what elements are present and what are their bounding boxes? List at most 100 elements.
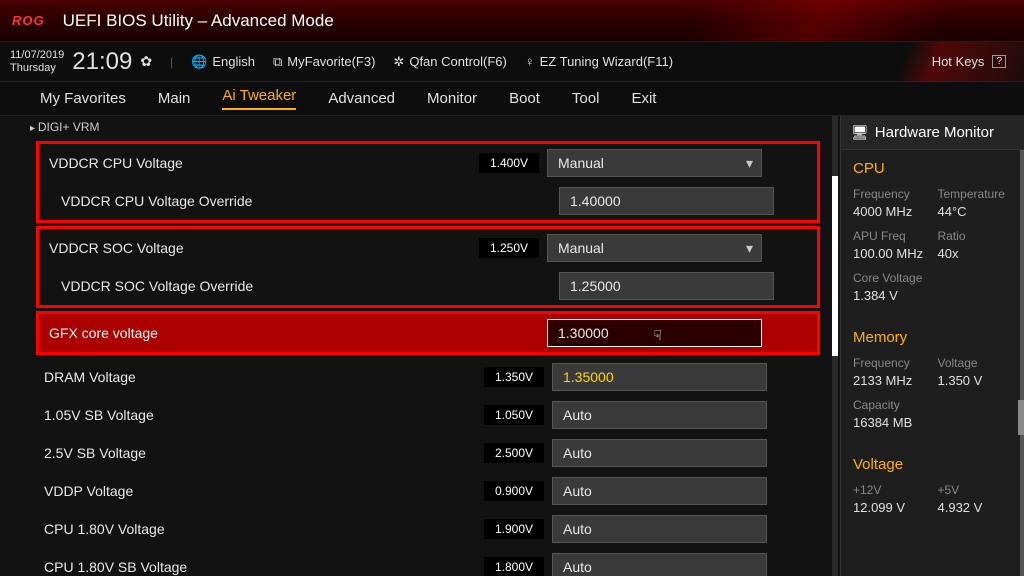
mem-volt-value: 1.350 V [938,373,1013,388]
tab-ai-tweaker[interactable]: Ai Tweaker [222,87,296,110]
highlight-box-soc: VDDCR SOC Voltage 1.250V Manual VDDCR SO… [36,226,820,308]
nominal-vddcr-soc: 1.250V [479,238,539,258]
hw-cpu-heading: CPU [853,160,1012,177]
section-digi-vrm[interactable]: DIGI+ VRM [0,116,840,138]
menu-tabs: My Favorites Main Ai Tweaker Advanced Mo… [0,82,1024,116]
nominal-vddcr-cpu: 1.400V [479,153,539,173]
rog-logo: ROG [12,13,45,28]
nominal-vddp: 0.900V [484,481,544,501]
nominal-cpu180v-sb: 1.800V [484,557,544,576]
settings-content: DIGI+ VRM VDDCR CPU Voltage 1.400V Manua… [0,116,840,576]
hw-volt-heading: Voltage [853,456,1012,473]
monitor-icon: 🖥 [851,124,869,141]
cpu-temp-value: 44°C [938,204,1013,219]
language-button[interactable]: 🌐 English [191,54,255,70]
globe-icon: 🌐 [191,54,207,70]
date-value: 11/07/2019 [10,49,64,61]
hw-cpu-section: CPU Frequency 4000 MHz Temperature 44°C AP… [841,150,1024,319]
ez-label: EZ Tuning Wizard(F11) [540,54,673,69]
hardware-monitor-panel: 🖥Hardware Monitor CPU Frequency 4000 MHz … [840,116,1024,576]
separator: | [170,55,173,69]
hw-voltage-section: Voltage +12V 12.099 V +5V 4.932 V [841,446,1024,531]
field-cpu180v-sb[interactable]: Auto [552,553,767,576]
tab-monitor[interactable]: Monitor [427,90,477,107]
title-bar: ROG UEFI BIOS Utility – Advanced Mode [0,0,1024,42]
row-vddp[interactable]: VDDP Voltage 0.900V Auto [0,472,840,510]
bios-title: UEFI BIOS Utility – Advanced Mode [63,11,334,31]
field-vddcr-cpu-override[interactable]: 1.40000 [559,187,774,215]
cpu-freq-value: 4000 MHz [853,204,928,219]
tab-tool[interactable]: Tool [572,90,600,107]
label-vddcr-cpu: VDDCR CPU Voltage [49,155,479,171]
fan-icon: ✲ [393,54,404,70]
field-cpu180v[interactable]: Auto [552,515,767,543]
tab-advanced[interactable]: Advanced [328,90,395,107]
row-gfx-core[interactable]: GFX core voltage 1.30000 ☟ [39,314,817,352]
row-vddcr-soc[interactable]: VDDCR SOC Voltage 1.250V Manual [39,229,817,267]
field-25v-sb[interactable]: Auto [552,439,767,467]
row-105v-sb[interactable]: 1.05V SB Voltage 1.050V Auto [0,396,840,434]
label-gfx-core: GFX core voltage [49,325,479,341]
tab-boot[interactable]: Boot [509,90,540,107]
field-dram[interactable]: 1.35000 [552,363,767,391]
content-scrollbar[interactable] [832,116,838,576]
hw-mem-heading: Memory [853,329,1012,346]
v12-value: 12.099 V [853,500,928,515]
myfavorite-button[interactable]: ⧉ MyFavorite(F3) [273,54,375,70]
ratio-label: Ratio [938,229,1013,243]
field-105v-sb[interactable]: Auto [552,401,767,429]
language-label: English [212,54,255,69]
tab-main[interactable]: Main [158,90,191,107]
row-vddcr-cpu[interactable]: VDDCR CPU Voltage 1.400V Manual [39,144,817,182]
row-dram[interactable]: DRAM Voltage 1.350V 1.35000 [0,358,840,396]
nominal-105v-sb: 1.050V [484,405,544,425]
mem-volt-label: Voltage [938,356,1013,370]
mem-cap-value: 16384 MB [853,415,1012,430]
row-cpu180v[interactable]: CPU 1.80V Voltage 1.900V Auto [0,510,840,548]
sidebar-scroll-thumb[interactable] [1018,400,1024,435]
datetime-block: 11/07/2019 Thursday 21:09 ✿ [10,48,152,76]
gear-icon[interactable]: ✿ [140,53,152,70]
tab-my-favorites[interactable]: My Favorites [40,90,126,107]
day-value: Thursday [10,62,64,74]
label-cpu180v: CPU 1.80V Voltage [44,521,484,537]
row-25v-sb[interactable]: 2.5V SB Voltage 2.500V Auto [0,434,840,472]
ez-tuning-button[interactable]: ♀EZ Tuning Wizard(F11) [525,54,673,69]
hw-monitor-title: 🖥Hardware Monitor [841,116,1024,150]
sidebar-scrollbar[interactable] [1020,150,1024,576]
ratio-value: 40x [938,246,1013,261]
nominal-cpu180v: 1.900V [484,519,544,539]
label-vddp: VDDP Voltage [44,483,484,499]
v5-label: +5V [938,483,1013,497]
cpu-freq-label: Frequency [853,187,928,201]
row-cpu180v-sb[interactable]: CPU 1.80V SB Voltage 1.800V Auto [0,548,840,576]
clock-time: 21:09 [72,48,132,76]
nominal-dram: 1.350V [484,367,544,387]
v12-label: +12V [853,483,928,497]
highlight-box-gfx: GFX core voltage 1.30000 ☟ [36,311,820,355]
field-vddcr-cpu[interactable]: Manual [547,149,762,177]
v5-value: 4.932 V [938,500,1013,515]
cpu-temp-label: Temperature [938,187,1013,201]
mem-freq-label: Frequency [853,356,928,370]
hotkeys-label: Hot Keys [932,54,985,69]
content-scroll-thumb[interactable] [832,176,838,356]
myfav-label: MyFavorite(F3) [287,54,375,69]
apu-freq-value: 100.00 MHz [853,246,928,261]
row-vddcr-cpu-override[interactable]: VDDCR CPU Voltage Override 1.40000 [39,182,817,220]
qfan-label: Qfan Control(F6) [409,54,507,69]
qfan-button[interactable]: ✲ Qfan Control(F6) [393,54,506,70]
window-icon: ⧉ [273,54,282,70]
label-25v-sb: 2.5V SB Voltage [44,445,484,461]
field-vddcr-soc-override[interactable]: 1.25000 [559,272,774,300]
field-vddp[interactable]: Auto [552,477,767,505]
label-vddcr-cpu-override: VDDCR CPU Voltage Override [61,193,491,209]
mem-cap-label: Capacity [853,398,1012,412]
label-cpu180v-sb: CPU 1.80V SB Voltage [44,559,484,575]
hotkeys-button[interactable]: Hot Keys? [932,54,1006,69]
highlight-box-cpu: VDDCR CPU Voltage 1.400V Manual VDDCR CP… [36,141,820,223]
apu-freq-label: APU Freq [853,229,928,243]
tab-exit[interactable]: Exit [631,90,656,107]
field-vddcr-soc[interactable]: Manual [547,234,762,262]
row-vddcr-soc-override[interactable]: VDDCR SOC Voltage Override 1.25000 [39,267,817,305]
